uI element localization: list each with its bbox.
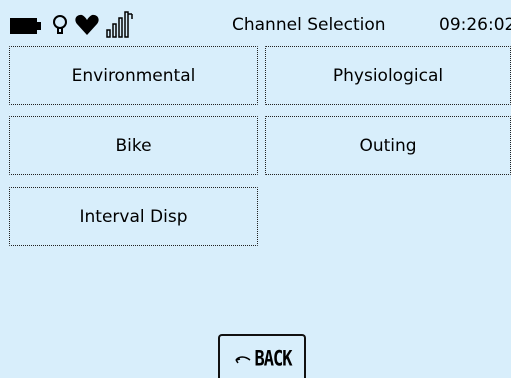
back-arrow-icon [234,356,250,364]
outing-label: Outing [359,135,417,156]
screen-title: Channel Selection [232,15,386,35]
physiological-button[interactable]: Physiological [265,46,511,105]
clock: 09:26:02 [439,15,511,35]
battery-icon [10,18,41,34]
back-label: BACK [254,346,293,372]
heart-icon [75,14,99,35]
interval-disp-label: Interval Disp [79,206,188,227]
environmental-button[interactable]: Environmental [9,46,258,105]
status-bar: Channel Selection 09:26:02 [0,0,511,44]
bike-button[interactable]: Bike [9,116,258,175]
bulb-icon [53,15,67,34]
bike-label: Bike [115,135,152,156]
environmental-label: Environmental [71,65,196,86]
signal-icon [106,11,133,38]
physiological-label: Physiological [332,65,444,86]
interval-disp-button[interactable]: Interval Disp [9,187,258,246]
back-button[interactable]: BACK [218,334,306,378]
outing-button[interactable]: Outing [265,116,511,175]
